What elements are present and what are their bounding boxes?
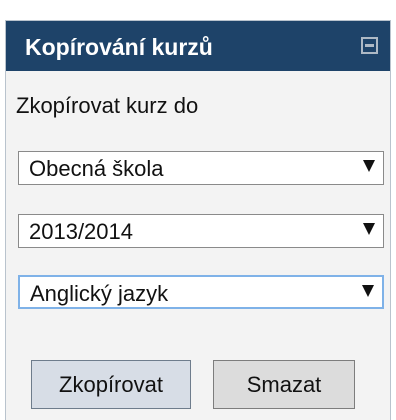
dropdown-arrow-icon: [363, 223, 375, 235]
school-select-value: Obecná škola: [29, 156, 164, 181]
copy-button[interactable]: Zkopírovat: [31, 360, 191, 409]
course-select-value: Anglický jazyk: [30, 281, 169, 306]
dropdown-arrow-icon: [363, 160, 375, 172]
course-select[interactable]: Anglický jazyk: [18, 275, 384, 309]
course-copy-panel: Kopírování kurzů Zkopírovat kurz do Obec…: [5, 20, 391, 420]
panel-title: Kopírování kurzů: [25, 34, 213, 60]
panel-header: Kopírování kurzů: [6, 21, 390, 71]
dropdown-arrow-icon: [362, 285, 374, 297]
delete-button[interactable]: Smazat: [213, 360, 355, 409]
school-select[interactable]: Obecná škola: [18, 151, 384, 185]
copy-target-caption: Zkopírovat kurz do: [16, 93, 199, 118]
school-year-select-value: 2013/2014: [29, 219, 133, 244]
minimize-icon[interactable]: [361, 37, 378, 54]
school-year-select[interactable]: 2013/2014: [18, 214, 384, 248]
